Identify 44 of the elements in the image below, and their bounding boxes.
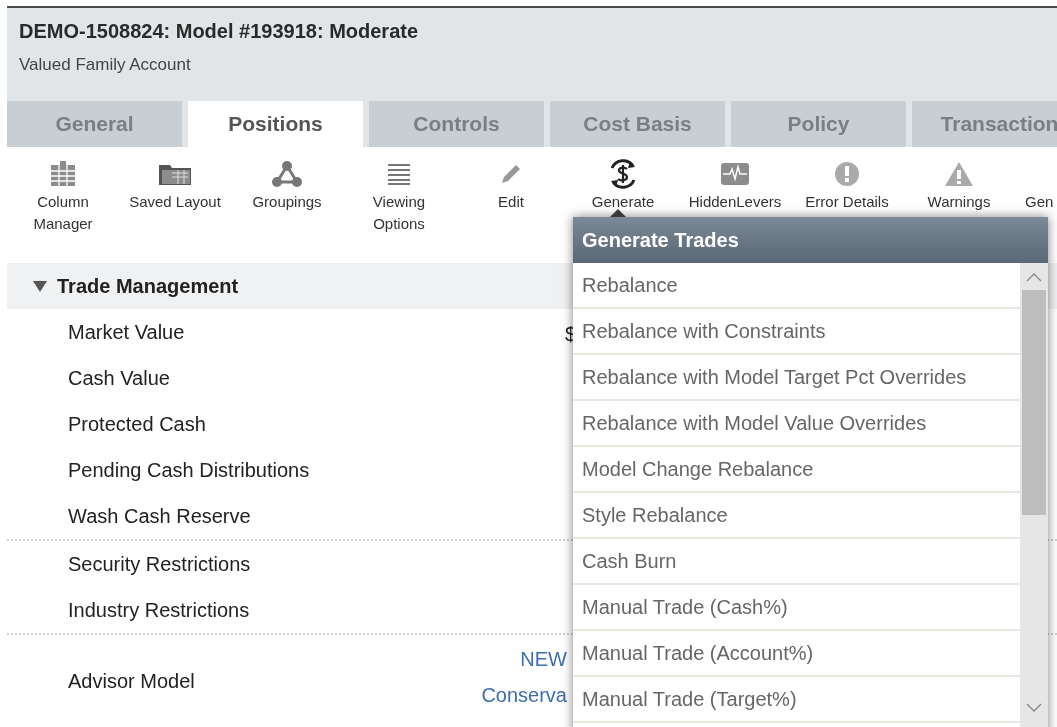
menu-pointer-icon <box>610 209 626 217</box>
menu-item[interactable]: Rebalance <box>573 263 1020 309</box>
toolbar-button[interactable]: Edit <box>455 157 567 263</box>
toolbar-button[interactable]: Saved Layout <box>119 157 231 263</box>
menu-item[interactable]: Model Change Rebalance <box>573 447 1020 493</box>
row-label: Market Value <box>68 320 185 345</box>
menu-item[interactable]: Rebalance with Constraints <box>573 309 1020 355</box>
error-icon <box>834 161 860 187</box>
row-label: Pending Cash Distributions <box>68 458 310 483</box>
table-icon <box>49 161 77 187</box>
toolbar-button[interactable]: Viewing Options <box>343 157 455 263</box>
row-label: Advisor Model <box>68 669 195 694</box>
menu-item[interactable]: Style Rebalance <box>573 493 1020 539</box>
model-link[interactable]: NEW <box>520 647 567 671</box>
section-title: Trade Management <box>57 274 239 299</box>
toolbar-button[interactable]: Column Manager <box>7 157 119 263</box>
menu-item[interactable]: Manual Trade (Target%) <box>573 677 1020 723</box>
row-label: Industry Restrictions <box>68 598 250 623</box>
menu-title: Generate Trades <box>573 217 1048 263</box>
model-link[interactable]: Conserva <box>481 683 567 707</box>
row-label: Wash Cash Reserve <box>68 504 251 529</box>
folder-icon <box>158 162 192 186</box>
scroll-up-icon[interactable] <box>1026 273 1042 282</box>
list-lines-icon <box>387 163 411 185</box>
menu-item[interactable]: Rebalance with Model Value Overrides <box>573 401 1020 447</box>
pencil-icon <box>499 162 523 186</box>
scrollbar-thumb[interactable] <box>1022 290 1046 515</box>
nodes-icon <box>271 160 303 188</box>
warning-icon <box>944 161 974 187</box>
account-title: DEMO-1508824: Model #193918: Moderate <box>18 19 420 44</box>
menu-item[interactable]: Manual Trade (Cash%) <box>573 585 1020 631</box>
scrollbar[interactable] <box>1020 263 1048 727</box>
toolbar-button[interactable]: Groupings <box>231 157 343 263</box>
tab[interactable]: Positions <box>188 101 363 147</box>
menu-item[interactable]: Rebalance with Model Target Pct Overrides <box>573 355 1020 401</box>
row-label: Security Restrictions <box>68 552 251 577</box>
collapse-triangle-icon[interactable] <box>33 280 47 292</box>
scroll-down-icon[interactable] <box>1026 703 1042 712</box>
row-label: Protected Cash <box>68 412 206 437</box>
pulse-icon <box>721 163 749 185</box>
row-label: Cash Value <box>68 366 170 391</box>
account-subtitle: Valued Family Account <box>18 54 192 76</box>
menu-item[interactable]: Manual Trade (Account%) <box>573 631 1020 677</box>
menu-item[interactable]: Cash Burn <box>573 539 1020 585</box>
